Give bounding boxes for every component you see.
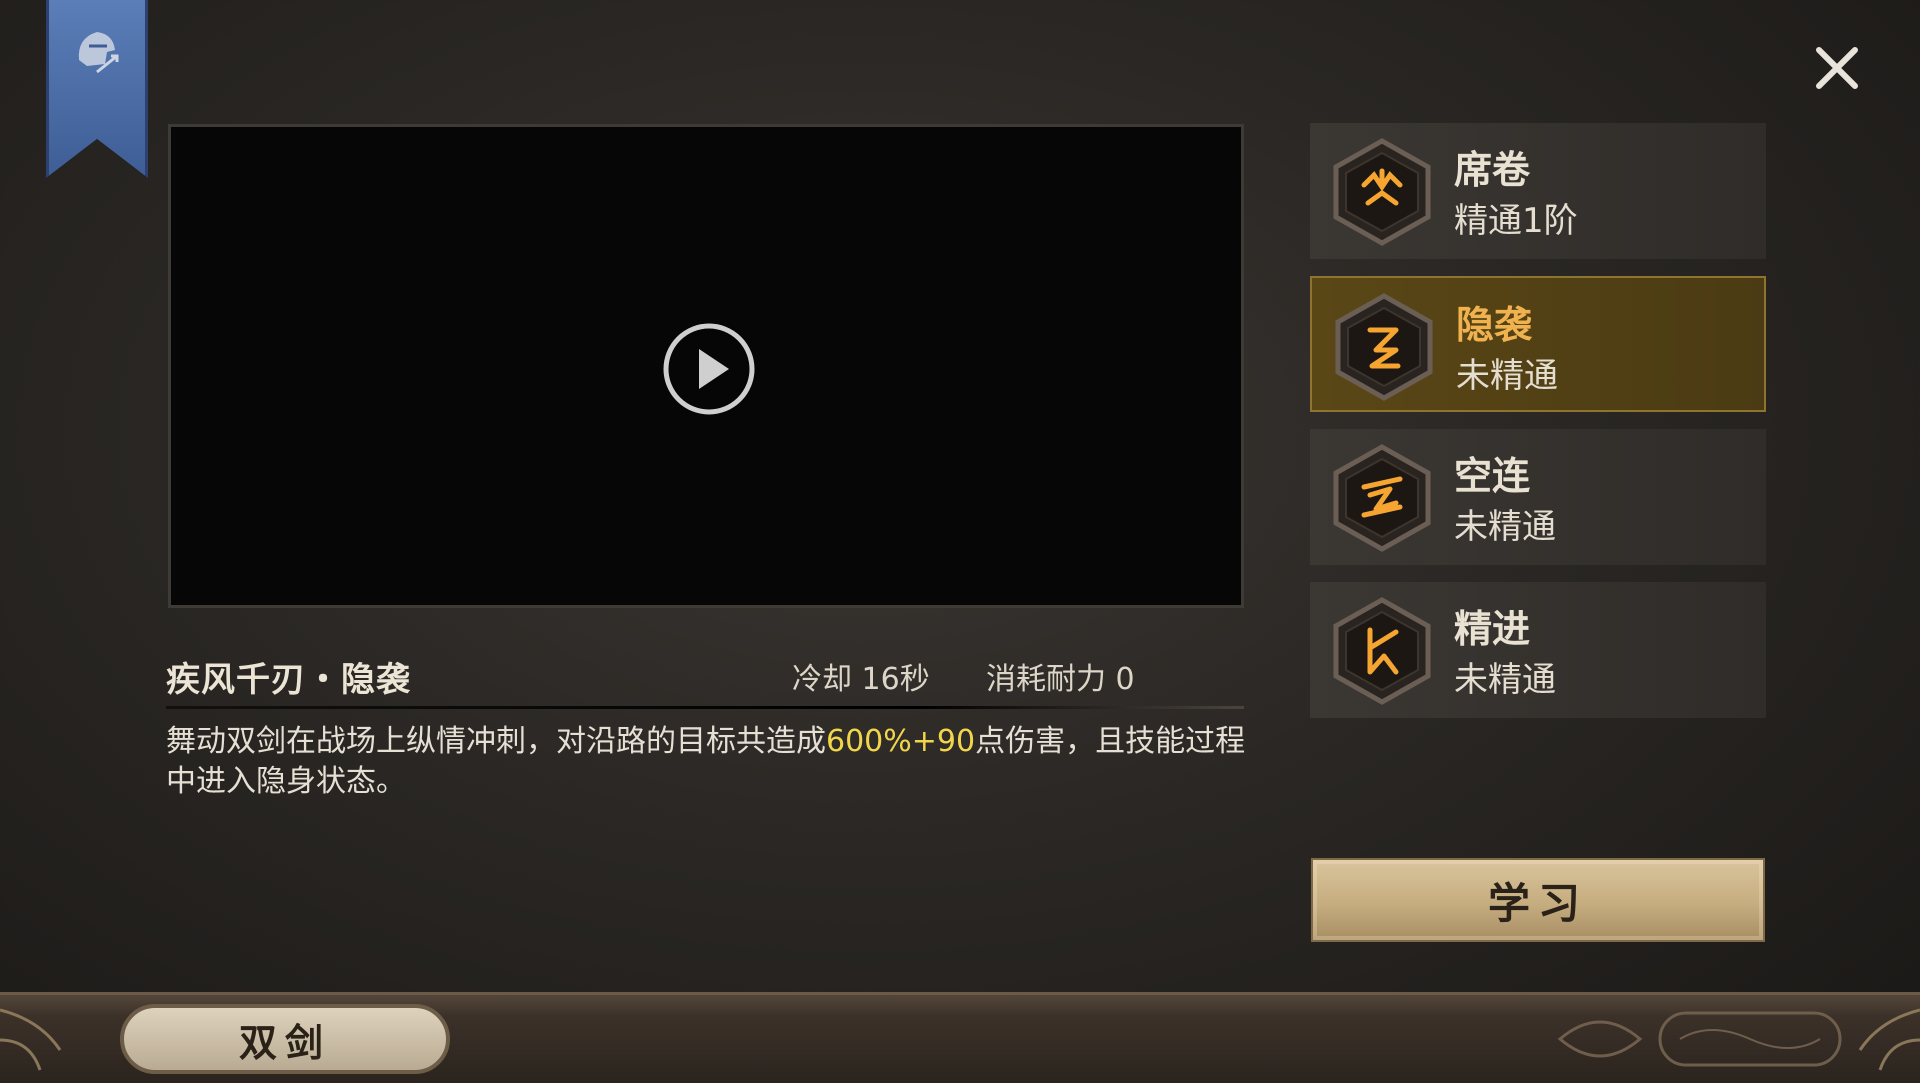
skill-description: 舞动双剑在战场上纵情冲刺，对沿路的目标共造成600%+90点伤害，且技能过程中进… — [166, 722, 1246, 802]
skill-item-name: 席卷 — [1454, 147, 1531, 192]
weapon-tab-label: 双剑 — [238, 1019, 331, 1065]
play-icon[interactable] — [661, 321, 757, 417]
close-icon[interactable] — [1809, 40, 1865, 96]
weapon-tab-dual-swords[interactable]: 双剑 — [120, 1004, 450, 1074]
divider — [166, 706, 1244, 709]
corner-ornament-icon — [1858, 1008, 1920, 1071]
skill-item-aerial[interactable]: 空连 未精通 — [1310, 429, 1766, 565]
skill-cooldown: 冷却 16秒 — [792, 662, 930, 697]
skill-item-name: 隐袭 — [1456, 302, 1533, 347]
skill-item-stealth[interactable]: 隐袭 未精通 — [1310, 276, 1766, 412]
skill-item-name: 空连 — [1454, 453, 1531, 498]
rune-stealth-icon — [1335, 293, 1433, 401]
knight-helmet-icon — [78, 32, 119, 74]
ornament-icon — [1557, 1011, 1842, 1067]
rune-sweep-icon — [1333, 138, 1431, 246]
skill-item-status: 未精通 — [1454, 507, 1556, 547]
skill-item-name: 精进 — [1454, 606, 1531, 651]
skill-item-sweep[interactable]: 席卷 精通1阶 — [1310, 123, 1766, 259]
skill-item-status: 未精通 — [1456, 356, 1558, 396]
corner-ornament-icon — [0, 1008, 62, 1071]
skill-item-status: 未精通 — [1454, 660, 1556, 700]
skill-video-player[interactable] — [168, 124, 1244, 608]
skill-item-advance[interactable]: 精进 未精通 — [1310, 582, 1766, 718]
learn-button-label: 学习 — [1487, 878, 1588, 928]
damage-value: 600%+90 — [826, 724, 976, 759]
skill-variant-list: 席卷 精通1阶 隐袭 未精通 空连 未精通 精进 未精通 — [1310, 123, 1766, 735]
skill-title: 疾风千刃・隐袭 — [166, 660, 411, 700]
skill-item-status: 精通1阶 — [1454, 201, 1578, 241]
rune-advance-icon — [1333, 597, 1431, 705]
skill-stamina-cost: 消耗耐力 0 — [986, 662, 1135, 697]
description-text: 舞动双剑在战场上纵情冲刺，对沿路的目标共造成 — [166, 724, 826, 759]
rune-aerial-icon — [1333, 444, 1431, 552]
class-banner — [46, 0, 148, 178]
learn-button[interactable]: 学习 — [1311, 858, 1765, 942]
